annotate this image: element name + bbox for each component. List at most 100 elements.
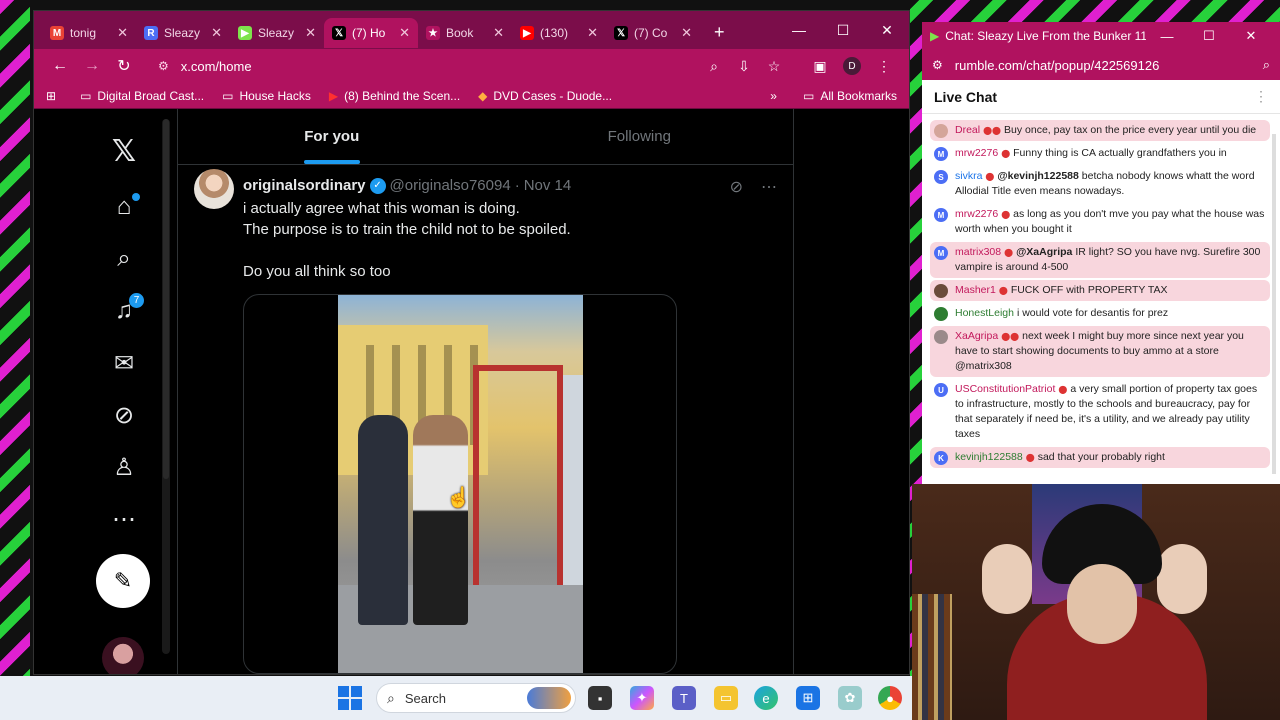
zoom-icon[interactable]: ⌕ xyxy=(699,58,729,75)
chat-username[interactable]: HonestLeigh xyxy=(955,307,1014,319)
address-bar[interactable]: ⚙ x.com/home ⌕ ⇩ ☆ xyxy=(148,52,799,80)
forward-button[interactable]: → xyxy=(76,57,108,75)
tab-following[interactable]: Following xyxy=(486,109,794,164)
copilot-icon[interactable]: ✦ xyxy=(630,686,654,710)
profile-person-icon[interactable]: ♙ xyxy=(96,445,152,489)
browser-tab[interactable]: ▶ (130) ✕ xyxy=(512,18,606,48)
chat-username[interactable]: mrw2276 xyxy=(955,147,998,159)
compose-post-button[interactable]: ✎ xyxy=(96,554,150,608)
bookmark-star-icon[interactable]: ☆ xyxy=(759,58,789,75)
chat-username[interactable]: mrw2276 xyxy=(955,208,998,220)
close-tab-icon[interactable]: ✕ xyxy=(681,25,692,41)
sidebar-scrollbar[interactable] xyxy=(162,119,170,654)
chat-username[interactable]: kevinjh122588 xyxy=(955,451,1023,463)
chrome-icon[interactable]: ● xyxy=(878,686,902,710)
site-info-icon[interactable]: ⚙ xyxy=(158,59,169,73)
close-tab-icon[interactable]: ✕ xyxy=(305,25,316,41)
install-app-icon[interactable]: ⇩ xyxy=(729,58,759,75)
maximize-button[interactable]: ☐ xyxy=(821,22,865,39)
browser-tab[interactable]: 𝕏 (7) Co ✕ xyxy=(606,18,700,48)
profile-avatar[interactable]: D xyxy=(843,57,861,75)
chat-mention[interactable]: @kevinjh122588 xyxy=(997,170,1078,182)
file-explorer-icon[interactable]: ▪ xyxy=(588,686,612,710)
chat-username[interactable]: Masher1 xyxy=(955,284,996,296)
reload-button[interactable]: ↻ xyxy=(108,56,140,76)
chat-username[interactable]: USConstitutionPatriot xyxy=(955,383,1055,395)
close-tab-icon[interactable]: ✕ xyxy=(587,25,598,41)
edge-icon[interactable]: e xyxy=(754,686,778,710)
chat-close-button[interactable]: ✕ xyxy=(1230,28,1272,44)
minimize-button[interactable]: — xyxy=(777,22,821,38)
browser-tab[interactable]: 𝕏 (7) Ho ✕ xyxy=(324,18,418,48)
chat-username[interactable]: matrix308 xyxy=(955,246,1001,258)
bookmark-behind-the-scenes[interactable]: ▶ (8) Behind the Scen... xyxy=(329,89,460,103)
home-icon[interactable]: ⌂ xyxy=(96,185,152,229)
close-window-button[interactable]: ✕ xyxy=(865,22,909,39)
chat-message: Masher1 ⬤ FUCK OFF with PROPERTY TAX xyxy=(930,280,1270,301)
messages-mail-icon[interactable]: ✉ xyxy=(96,341,152,385)
new-tab-button[interactable]: + xyxy=(714,22,725,43)
close-tab-icon[interactable]: ✕ xyxy=(493,25,504,41)
paint-icon[interactable]: ✿ xyxy=(838,686,862,710)
back-button[interactable]: ← xyxy=(44,57,76,75)
browser-tab[interactable]: Mtonig ✕ xyxy=(42,18,136,48)
chat-username[interactable]: XaAgripa xyxy=(955,330,998,342)
tweet-author-name[interactable]: originalsordinary xyxy=(243,177,366,194)
taskbar-search[interactable]: ⌕ Search xyxy=(376,683,576,713)
browser-tab[interactable]: ★ Book ✕ xyxy=(418,18,512,48)
grok-explain-icon[interactable]: ⊘ xyxy=(730,177,743,197)
search-icon[interactable]: ⌕ xyxy=(96,237,152,281)
browser-tab[interactable]: ▶ Sleazy ✕ xyxy=(230,18,324,48)
tweet-video[interactable]: ☝ xyxy=(243,294,677,674)
tweet-author-avatar[interactable] xyxy=(194,169,234,209)
tweet-date[interactable]: Nov 14 xyxy=(524,177,572,194)
close-tab-icon[interactable]: ✕ xyxy=(211,25,222,41)
chat-maximize-button[interactable]: ☐ xyxy=(1188,28,1230,44)
site-info-icon[interactable]: ⚙ xyxy=(932,58,943,72)
chat-minimize-button[interactable]: — xyxy=(1146,29,1188,44)
notifications-bell-icon[interactable]: ♫ 7 xyxy=(96,289,152,333)
side-panel-icon[interactable]: ▣ xyxy=(805,58,835,75)
chat-user-avatar[interactable]: S xyxy=(934,170,948,184)
tab-for-you[interactable]: For you xyxy=(178,109,486,164)
zoom-icon[interactable]: ⌕ xyxy=(1263,57,1270,73)
bookmark-dvd-cases[interactable]: ◆ DVD Cases - Duode... xyxy=(478,89,612,103)
windows-start-icon[interactable] xyxy=(338,686,362,710)
account-avatar[interactable] xyxy=(102,637,144,674)
chat-user-avatar[interactable] xyxy=(934,330,948,344)
chat-username[interactable]: Dreal xyxy=(955,124,980,136)
chat-more-icon[interactable]: ⋮ xyxy=(1254,88,1268,105)
browser-tab[interactable]: R Sleazy ✕ xyxy=(136,18,230,48)
store-icon[interactable]: ⊞ xyxy=(796,686,820,710)
chat-user-avatar[interactable]: M xyxy=(934,208,948,222)
chat-user-avatar[interactable]: M xyxy=(934,147,948,161)
close-tab-icon[interactable]: ✕ xyxy=(399,25,410,41)
chat-user-avatar[interactable]: U xyxy=(934,383,948,397)
tweet[interactable]: ⊘ ⋯ originalsordinary ✓ @originalso76094… xyxy=(178,165,793,674)
chat-user-avatar[interactable] xyxy=(934,284,948,298)
chat-user-avatar[interactable] xyxy=(934,307,948,321)
more-circle-icon[interactable]: ⋯ xyxy=(96,497,152,541)
chat-user-avatar[interactable] xyxy=(934,124,948,138)
x-logo-icon[interactable]: 𝕏 xyxy=(96,129,152,173)
chat-username[interactable]: sivkra xyxy=(955,170,982,182)
tweet-author-handle[interactable]: @originalso76094 xyxy=(390,177,511,194)
more-bookmarks-chevron-icon[interactable]: » xyxy=(770,89,777,103)
chat-badge-icon: ⬤ xyxy=(1004,248,1014,257)
bookmark-house-hacks[interactable]: ▭ House Hacks xyxy=(222,89,311,103)
apps-grid-icon[interactable]: ⊞ xyxy=(46,89,56,103)
teams-icon[interactable]: T xyxy=(672,686,696,710)
chat-scrollbar[interactable] xyxy=(1272,134,1276,474)
grok-icon[interactable]: ⊘ xyxy=(96,393,152,437)
close-tab-icon[interactable]: ✕ xyxy=(117,25,128,41)
chat-message-list[interactable]: Dreal ⬤⬤ Buy once, pay tax on the price ev… xyxy=(922,114,1280,468)
chat-user-avatar[interactable]: M xyxy=(934,246,948,260)
more-options-icon[interactable]: ⋯ xyxy=(761,177,777,197)
chat-mention[interactable]: @XaAgripa xyxy=(1016,246,1072,258)
chat-user-avatar[interactable]: K xyxy=(934,451,948,465)
chat-url[interactable]: rumble.com/chat/popup/422569126 xyxy=(955,58,1263,73)
bookmark-digital-broadcast[interactable]: ▭ Digital Broad Cast... xyxy=(80,89,204,103)
folder-icon[interactable]: ▭ xyxy=(714,686,738,710)
all-bookmarks-button[interactable]: ▭ All Bookmarks xyxy=(803,89,897,103)
menu-kebab-icon[interactable]: ⋮ xyxy=(869,58,899,75)
